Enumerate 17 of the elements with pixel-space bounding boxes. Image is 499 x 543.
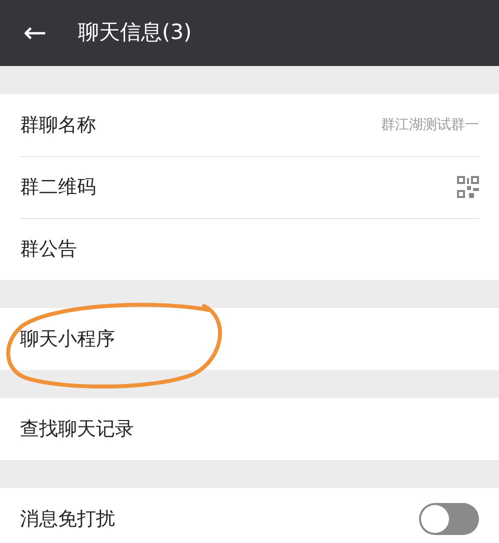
settings-row[interactable]: 群二维码 [0, 156, 499, 218]
row-label: 群二维码 [20, 174, 96, 200]
row-label: 群公告 [20, 236, 77, 262]
row-label: 群聊名称 [20, 112, 96, 138]
back-button[interactable]: ← [0, 19, 70, 47]
row-label: 查找聊天记录 [20, 416, 134, 442]
row-label: 聊天小程序 [20, 326, 115, 352]
toggle-switch[interactable] [419, 503, 479, 535]
window-title: 聊天信息(3) [77, 19, 192, 46]
settings-row[interactable]: 查找聊天记录 [0, 398, 499, 460]
row-value: 群江湖测试群一 [381, 116, 479, 134]
qr-code-icon [457, 176, 479, 198]
settings-row[interactable]: 聊天小程序 [0, 308, 499, 370]
settings-row[interactable]: 消息免打扰 [0, 488, 499, 543]
settings-row[interactable]: 群聊名称 群江湖测试群一 [0, 94, 499, 156]
settings-row[interactable]: 群公告 [0, 218, 499, 280]
row-label: 消息免打扰 [20, 506, 115, 532]
